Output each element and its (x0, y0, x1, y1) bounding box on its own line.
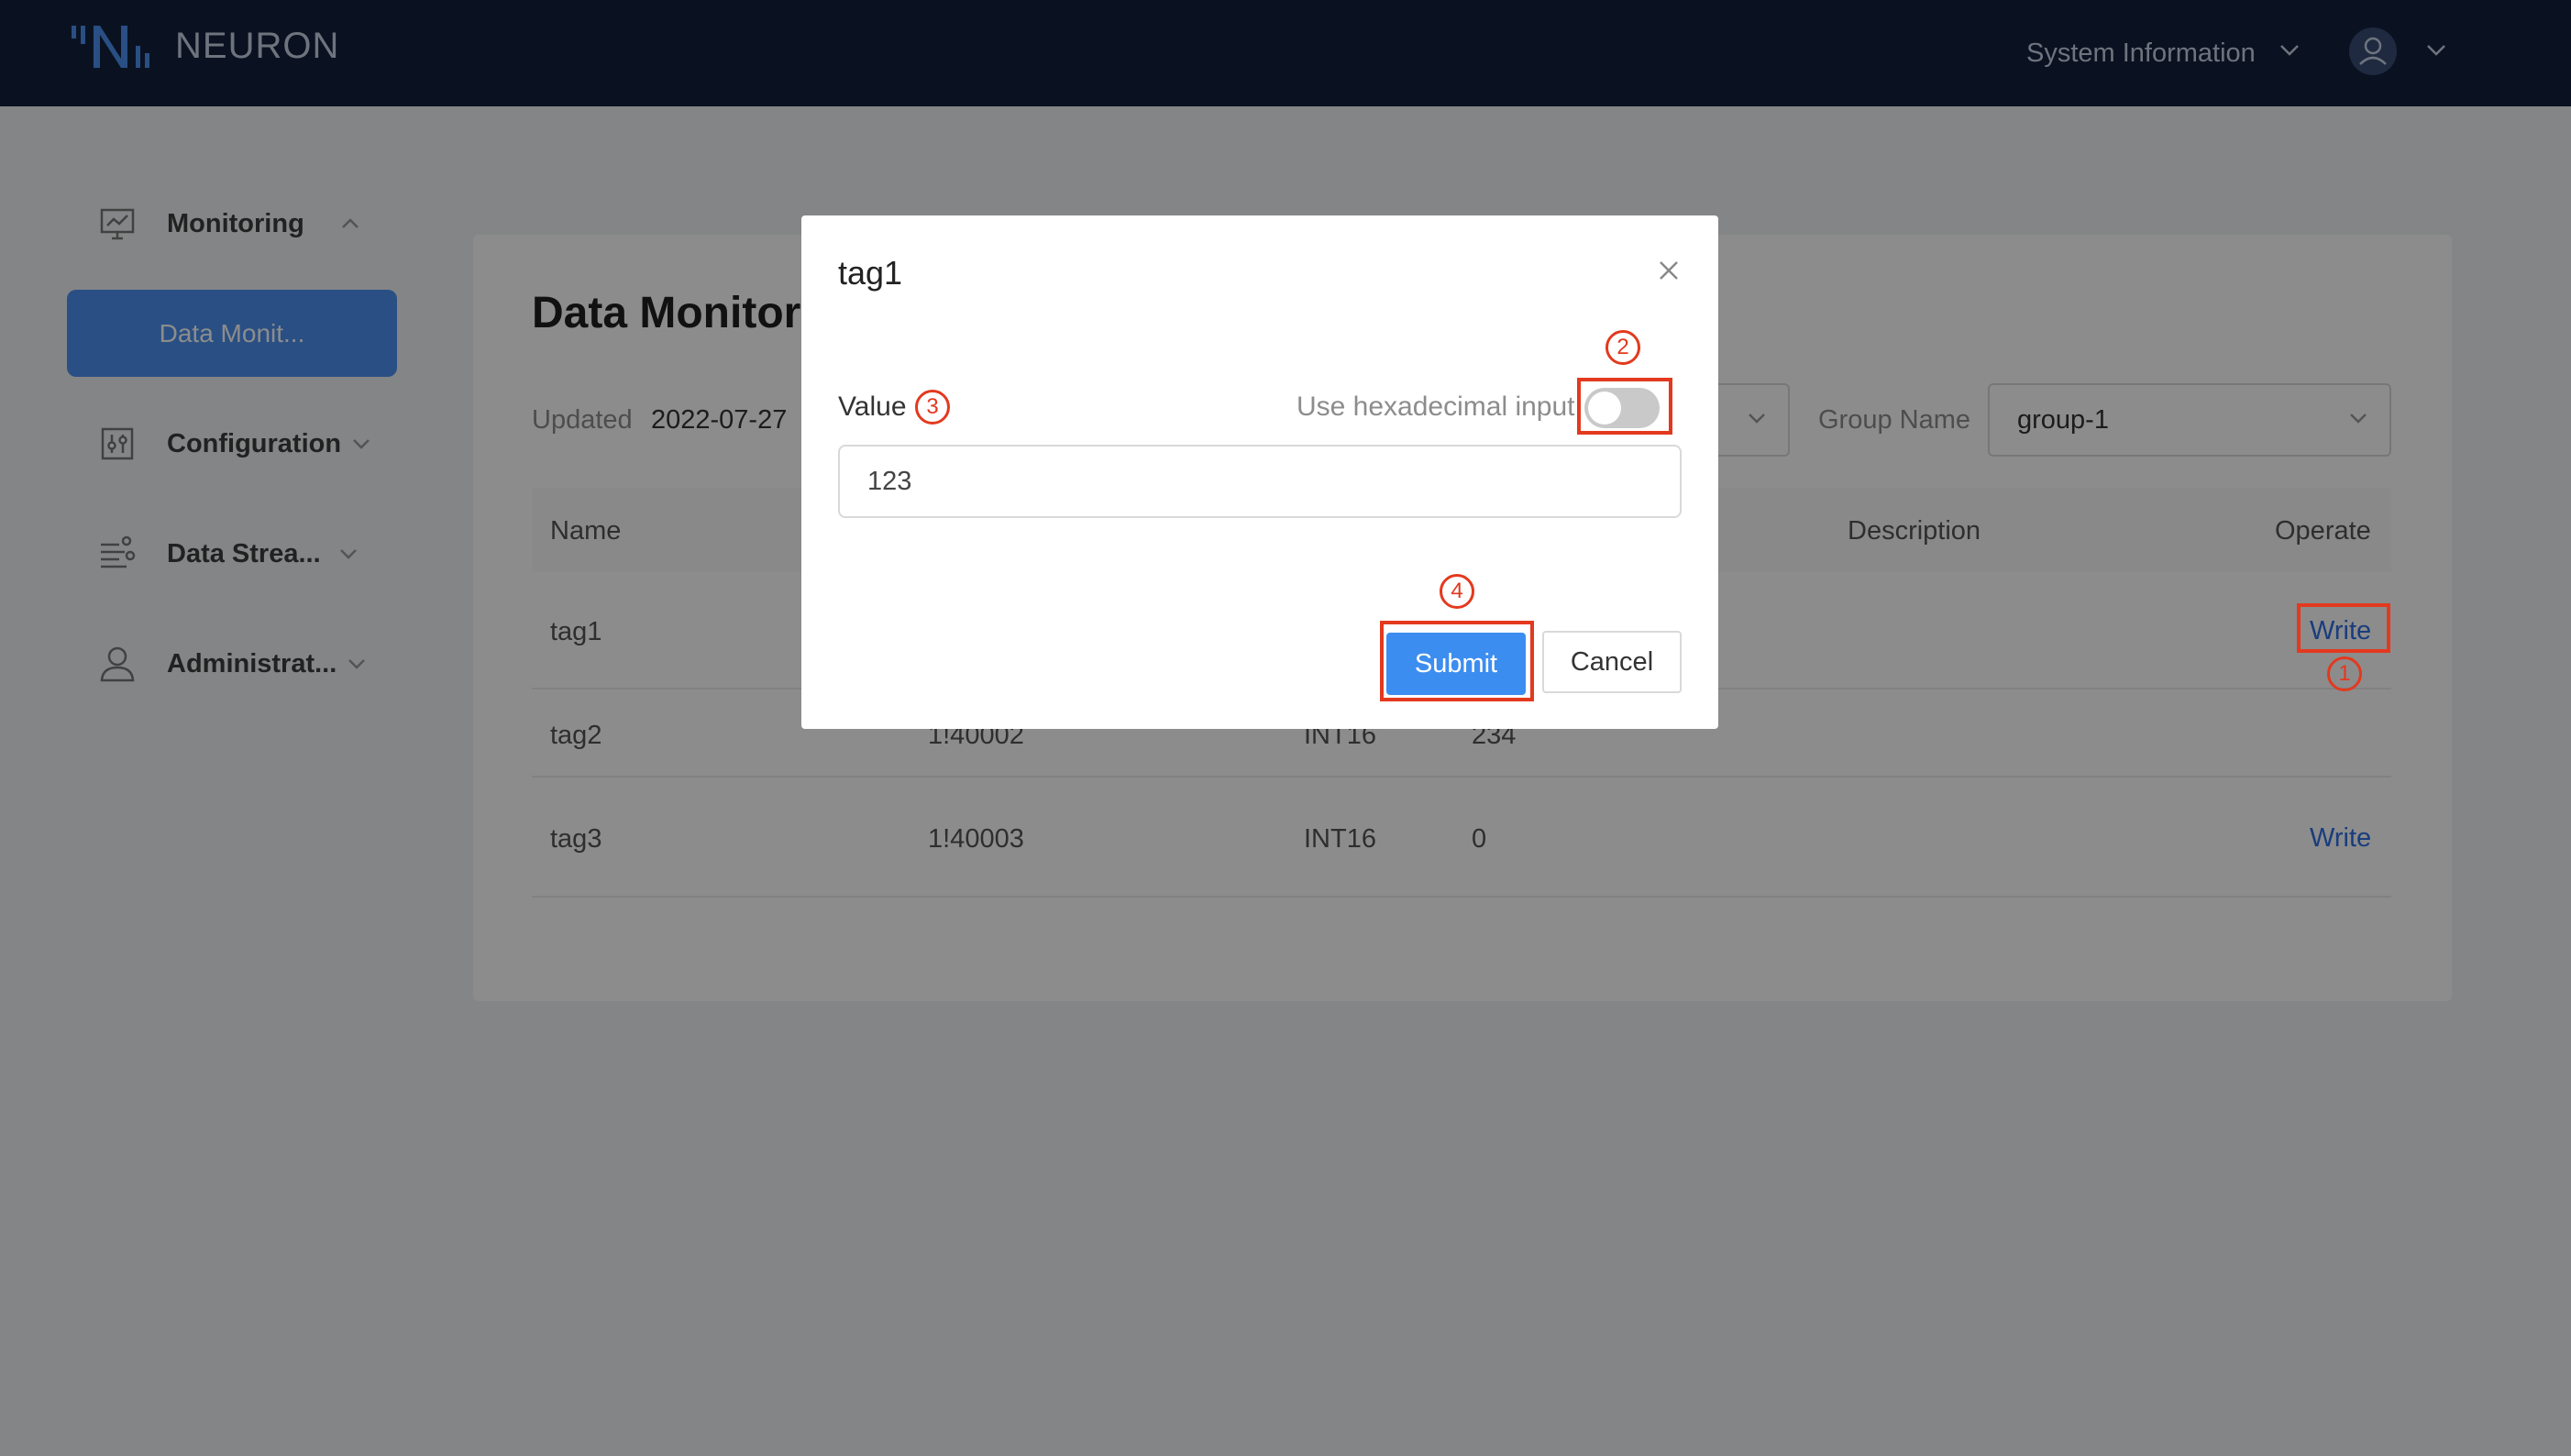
write-value-dialog: tag1 Value Use hexadecimal input Submit … (801, 215, 1718, 729)
highlight-write-link (2297, 603, 2390, 653)
highlight-hex-toggle (1577, 378, 1672, 435)
cancel-button[interactable]: Cancel (1542, 631, 1682, 693)
hex-input-label: Use hexadecimal input (1297, 392, 1575, 422)
step-badge-1: 1 (2327, 656, 2362, 691)
close-icon[interactable] (1652, 254, 1685, 287)
highlight-submit-button (1380, 621, 1534, 701)
step-badge-4: 4 (1440, 574, 1474, 609)
step-badge-3: 3 (915, 390, 950, 425)
dialog-title: tag1 (838, 254, 903, 292)
value-input[interactable] (838, 445, 1682, 518)
value-label: Value (838, 392, 907, 422)
step-badge-2: 2 (1605, 330, 1640, 365)
